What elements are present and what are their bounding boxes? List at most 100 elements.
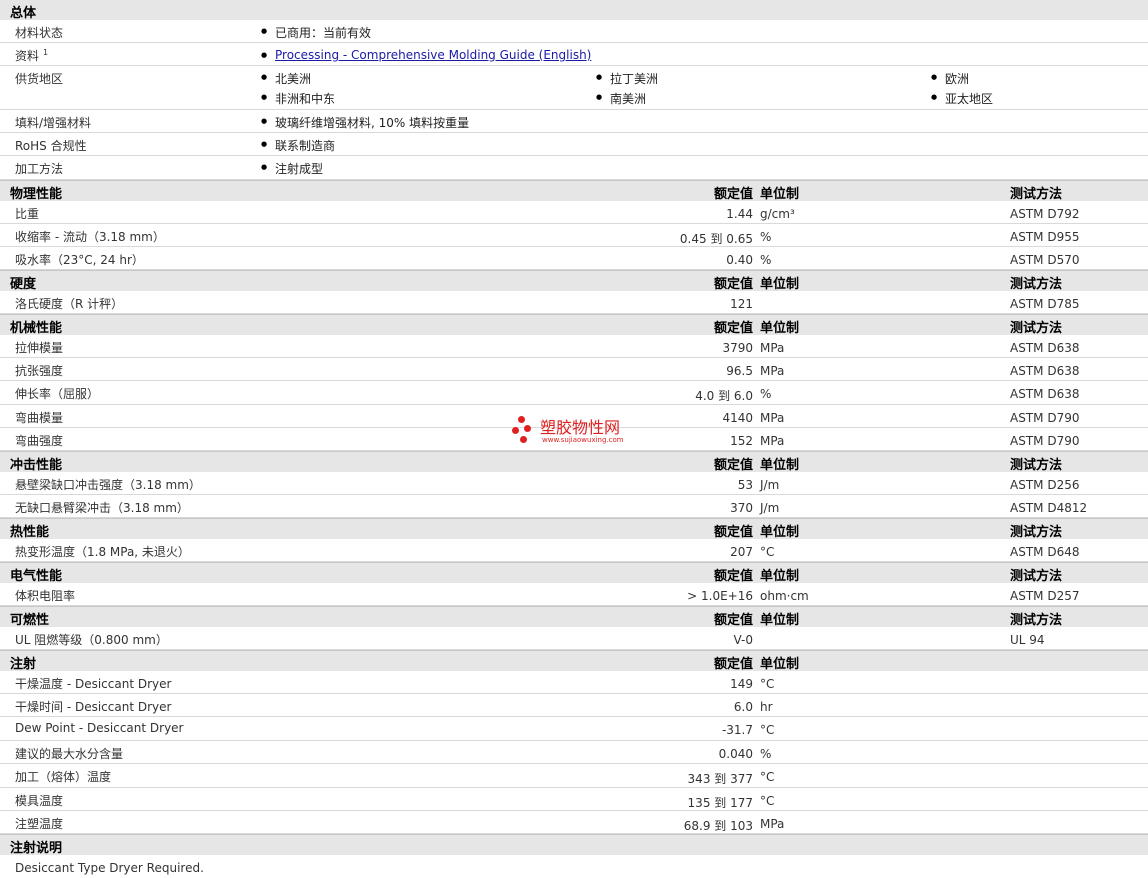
row-value: 0.040 xyxy=(718,747,753,761)
row-unit: hr xyxy=(760,700,773,714)
column-header-unit: 单位制 xyxy=(760,321,800,336)
section-injection-header: 注射 额定值 单位制 xyxy=(0,650,1148,672)
section-title: 热性能 xyxy=(10,525,50,540)
section-title: 硬度 xyxy=(10,277,37,292)
row-value: 370 xyxy=(730,501,753,515)
row-value: -31.7 xyxy=(721,723,753,737)
section-general-header: 总体 xyxy=(0,0,1148,21)
table-row: 建议的最大水分含量 0.040% xyxy=(0,741,1148,764)
row-value: 3790 xyxy=(722,341,753,355)
row-label: 洛氏硬度（R 计秤） xyxy=(15,297,124,311)
row-label: 注塑温度 xyxy=(15,817,64,831)
column-header-method: 测试方法 xyxy=(1010,277,1063,292)
table-row: UL 阻燃等级（0.800 mm） V-0 UL 94 xyxy=(0,627,1148,650)
row-label: 建议的最大水分含量 xyxy=(15,747,124,761)
column-header-unit: 单位制 xyxy=(760,569,800,584)
row-label: 比重 xyxy=(15,207,40,221)
row-label: 吸水率（23°C, 24 hr） xyxy=(15,253,144,267)
row-label: RoHS 合规性 xyxy=(15,139,87,153)
row-test-method: ASTM D256 xyxy=(1010,478,1080,492)
row-label: 干燥温度 - Desiccant Dryer xyxy=(15,677,172,691)
table-row: 比重 1.44 g/cm³ ASTM D792 xyxy=(0,201,1148,224)
row-test-method: ASTM D790 xyxy=(1010,434,1080,448)
region-item: 非洲和中东 xyxy=(261,90,335,107)
column-header-method: 测试方法 xyxy=(1010,187,1063,202)
row-value: 135 到 177 xyxy=(687,796,753,810)
column-header-method: 测试方法 xyxy=(1010,613,1063,628)
row-value: 152 xyxy=(730,434,753,448)
row-value: 联系制造商 xyxy=(261,137,335,154)
row-test-method: ASTM D792 xyxy=(1010,207,1080,221)
row-unit: °C xyxy=(760,545,775,559)
row-label: 无缺口悬臂梁冲击（3.18 mm） xyxy=(15,501,189,515)
row-label: 收缩率 - 流动（3.18 mm） xyxy=(15,230,165,244)
row-label: UL 阻燃等级（0.800 mm） xyxy=(15,633,168,647)
table-row: Dew Point - Desiccant Dryer -31.7 °C xyxy=(0,717,1148,741)
row-unit: MPa xyxy=(760,411,785,425)
region-item: 北美洲 xyxy=(261,70,311,87)
row-test-method: UL 94 xyxy=(1010,633,1045,647)
region-item: 亚太地区 xyxy=(931,90,993,107)
section-impact-header: 冲击性能 额定值 单位制 测试方法 xyxy=(0,451,1148,473)
row-test-method: ASTM D4812 xyxy=(1010,501,1088,515)
processing-guide-link[interactable]: Processing - Comprehensive Molding Guide… xyxy=(275,48,591,62)
row-label: 体积电阻率 xyxy=(15,589,76,603)
row-label: 加工方法 xyxy=(15,162,64,176)
column-header-unit: 单位制 xyxy=(760,187,800,202)
column-header-method: 测试方法 xyxy=(1010,525,1063,540)
column-header-unit: 单位制 xyxy=(760,525,800,540)
column-header-value: 额定值 xyxy=(713,321,753,336)
section-flammability-header: 可燃性 额定值 单位制 测试方法 xyxy=(0,606,1148,628)
column-header-value: 额定值 xyxy=(713,613,753,628)
row-literature: 资料1 Processing - Comprehensive Molding G… xyxy=(0,43,1148,66)
column-header-value: 额定值 xyxy=(713,277,753,292)
row-label: 供货地区 xyxy=(15,72,64,86)
row-value: 6.0 xyxy=(733,700,753,714)
row-label: 弯曲模量 xyxy=(15,411,64,425)
row-unit: MPa xyxy=(760,434,785,448)
row-unit: J/m xyxy=(760,478,780,492)
row-test-method: ASTM D955 xyxy=(1010,230,1080,244)
table-row: 模具温度 135 到 177 °C xyxy=(0,788,1148,811)
row-unit: MPa xyxy=(760,817,785,831)
row-label: 加工（熔体）温度 xyxy=(15,770,112,784)
footnote-ref[interactable]: 1 xyxy=(43,48,48,57)
row-value: 玻璃纤维增强材料, 10% 填料按重量 xyxy=(261,114,469,131)
section-title: 注射 xyxy=(10,657,37,672)
table-row: 拉伸模量 3790 MPa ASTM D638 xyxy=(0,335,1148,358)
row-material-status: 材料状态 已商用：当前有效 xyxy=(0,20,1148,43)
literature-item: Processing - Comprehensive Molding Guide… xyxy=(261,48,591,62)
table-row: 加工（熔体）温度 343 到 377 °C xyxy=(0,764,1148,788)
section-title: 可燃性 xyxy=(10,613,50,628)
table-row: 无缺口悬臂梁冲击（3.18 mm） 370 J/m ASTM D4812 xyxy=(0,495,1148,518)
region-item: 拉丁美洲 xyxy=(596,70,658,87)
table-row: 抗张强度 96.5 MPa ASTM D638 xyxy=(0,358,1148,381)
table-row: 吸水率（23°C, 24 hr） 0.40% ASTM D570 xyxy=(0,247,1148,270)
row-unit: % xyxy=(760,747,772,761)
row-value: > 1.0E+16 xyxy=(687,589,753,603)
region-item: 欧洲 xyxy=(931,70,969,87)
section-mechanical-header: 机械性能 额定值 单位制 测试方法 xyxy=(0,314,1148,336)
row-test-method: ASTM D570 xyxy=(1010,253,1080,267)
section-title: 机械性能 xyxy=(10,321,63,336)
row-rohs: RoHS 合规性 联系制造商 xyxy=(0,133,1148,156)
row-value: V-0 xyxy=(733,633,753,647)
table-row: 伸长率（屈服） 4.0 到 6.0% ASTM D638 xyxy=(0,381,1148,405)
section-title: 物理性能 xyxy=(10,187,63,202)
row-unit: °C xyxy=(760,794,775,808)
row-value: 注射成型 xyxy=(261,160,323,177)
row-unit: % xyxy=(760,387,772,401)
row-unit: % xyxy=(760,230,772,244)
row-value: 4140 xyxy=(722,411,753,425)
row-value: 1.44 xyxy=(726,207,753,221)
row-value: 68.9 到 103 xyxy=(683,819,753,833)
row-unit: °C xyxy=(760,770,775,784)
row-injection-note: Desiccant Type Dryer Required. xyxy=(0,855,1148,878)
section-injection-notes-header: 注射说明 xyxy=(0,834,1148,856)
table-row: 收缩率 - 流动（3.18 mm） 0.45 到 0.65% ASTM D955 xyxy=(0,224,1148,247)
section-thermal-header: 热性能 额定值 单位制 测试方法 xyxy=(0,518,1148,540)
row-unit: J/m xyxy=(760,501,780,515)
table-row: 干燥温度 - Desiccant Dryer 149 °C xyxy=(0,671,1148,694)
row-value: 4.0 到 6.0 xyxy=(695,389,753,403)
row-test-method: ASTM D257 xyxy=(1010,589,1080,603)
